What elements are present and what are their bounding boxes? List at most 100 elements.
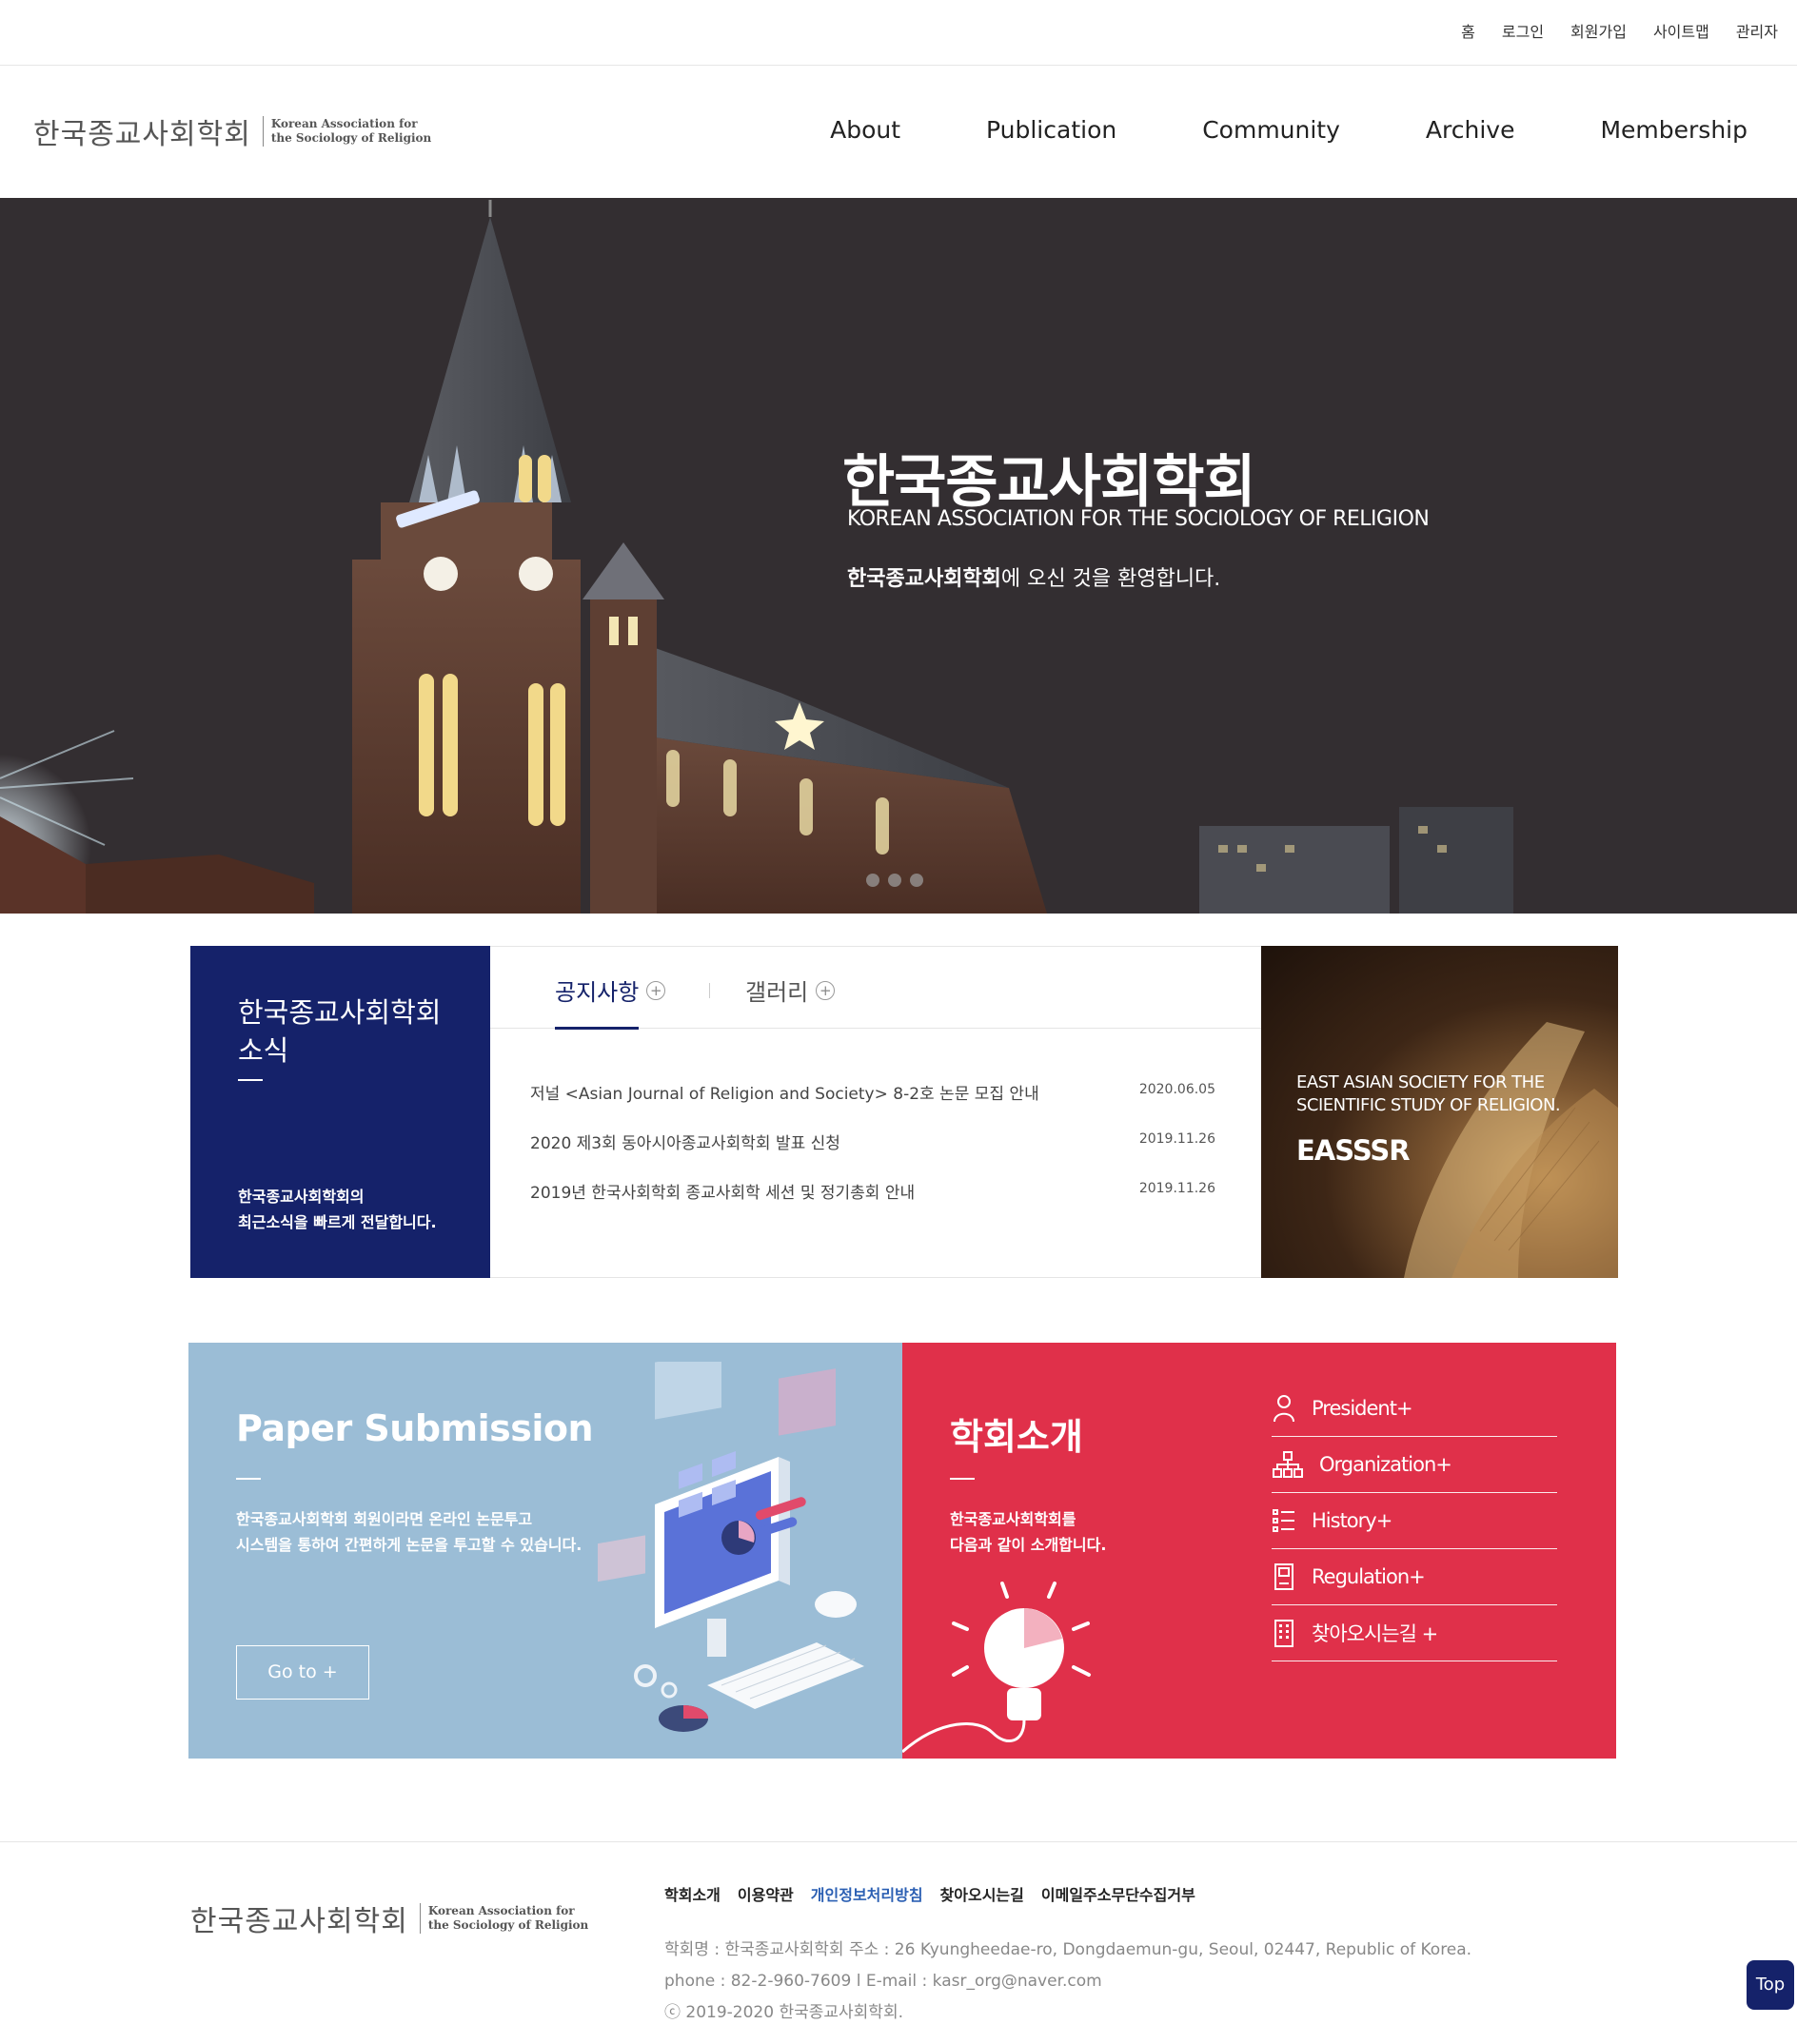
link-directions[interactable]: 찾아오시는길 + bbox=[1272, 1605, 1557, 1661]
person-icon bbox=[1274, 1395, 1294, 1423]
title-underline bbox=[950, 1478, 975, 1480]
home-link[interactable]: 홈 bbox=[1461, 19, 1475, 42]
notice-date: 2019.11.26 bbox=[1138, 1181, 1215, 1196]
hero-title: 한국종교사회학회 bbox=[842, 449, 1256, 516]
title-underline bbox=[236, 1478, 261, 1480]
lightbulb-icon bbox=[902, 1582, 1091, 1754]
list-item[interactable]: 저널 <Asian Journal of Religion and Societ… bbox=[530, 1080, 1215, 1130]
footer-logo-english-line2: the Sociology of Religion bbox=[427, 1918, 589, 1932]
link-organization-label: Organization+ bbox=[1319, 1453, 1452, 1476]
logo-english: Korean Association for the Sociology of … bbox=[271, 117, 431, 146]
footer-info: 학회명 : 한국종교사회학회 주소 : 26 Kyungheedae-ro, D… bbox=[664, 1935, 1471, 2029]
nav-publication[interactable]: Publication bbox=[986, 116, 1116, 144]
plus-circle-icon[interactable]: + bbox=[816, 980, 836, 1000]
hero-welcome-rest: 에 오신 것을 환영합니다. bbox=[1000, 567, 1221, 591]
paper-title: Paper Submission bbox=[236, 1407, 594, 1449]
notice-title[interactable]: 2020 제3회 동아시아종교사회학회 발표 신청 bbox=[530, 1130, 840, 1153]
slider-dot-2[interactable] bbox=[888, 874, 901, 887]
eassr-abbr: EASSSR bbox=[1296, 1134, 1411, 1167]
utility-bar: 홈 로그인 회원가입 사이트맵 관리자 bbox=[0, 0, 1797, 66]
nav-archive[interactable]: Archive bbox=[1426, 116, 1515, 144]
nav-about[interactable]: About bbox=[830, 116, 900, 144]
paper-desc-line2: 시스템을 통하여 간편하게 논문을 투고할 수 있습니다. bbox=[236, 1536, 583, 1554]
news-intro-box: 한국종교사회학회 소식 한국종교사회학회의 최근소식을 빠르게 전달합니다. bbox=[190, 946, 490, 1278]
association-intro-panel: 학회소개 한국종교사회학회를 다음과 같이 소개합니다. President+ bbox=[902, 1343, 1616, 1759]
notice-list: 저널 <Asian Journal of Religion and Societ… bbox=[530, 1080, 1215, 1228]
scroll-top-button[interactable]: Top bbox=[1747, 1960, 1794, 2010]
news-board: 공지사항 + 갤러리 + 저널 <Asian Journal of Religi… bbox=[490, 946, 1261, 1278]
footer-link-terms[interactable]: 이용약관 bbox=[738, 1882, 794, 1905]
footer-nav: 학회소개 이용약관 개인정보처리방침 찾아오시는길 이메일주소무단수집거부 bbox=[664, 1882, 1195, 1905]
list-icon bbox=[1273, 1509, 1294, 1532]
hero-welcome-bold: 한국종교사회학회 bbox=[847, 567, 1001, 591]
logo-english-line1: Korean Association for bbox=[270, 117, 418, 130]
site-header: 한국종교사회학회 Korean Association for the Soci… bbox=[0, 67, 1797, 198]
logo-english-line2: the Sociology of Religion bbox=[270, 131, 432, 145]
admin-link[interactable]: 관리자 bbox=[1736, 19, 1778, 42]
intro-desc-line2: 다음과 같이 소개합니다. bbox=[950, 1536, 1107, 1554]
building-icon bbox=[1274, 1620, 1293, 1647]
paper-desc: 한국종교사회학회 회원이라면 온라인 논문투고 시스템을 통하여 간편하게 논문… bbox=[236, 1506, 582, 1558]
computer-illustration bbox=[598, 1362, 864, 1732]
eassr-line2: SCIENTIFIC STUDY OF RELIGION. bbox=[1296, 1095, 1561, 1115]
link-history-label: History+ bbox=[1312, 1509, 1392, 1532]
notice-date: 2019.11.26 bbox=[1138, 1131, 1215, 1147]
news-tabs: 공지사항 + 갤러리 + bbox=[490, 947, 1261, 1030]
list-item[interactable]: 2019년 한국사회학회 종교사회학 세션 및 정기총회 안내 2019.11.… bbox=[530, 1179, 1215, 1228]
footer-link-privacy[interactable]: 개인정보처리방침 bbox=[811, 1882, 923, 1905]
footer-address: 학회명 : 한국종교사회학회 주소 : 26 Kyungheedae-ro, D… bbox=[664, 1940, 1472, 1959]
footer-logo-korean: 한국종교사회학회 bbox=[190, 1905, 408, 1938]
notice-date: 2020.06.05 bbox=[1138, 1082, 1215, 1097]
link-regulation[interactable]: Regulation+ bbox=[1272, 1549, 1557, 1605]
book-icon bbox=[1274, 1563, 1293, 1590]
link-president-label: President+ bbox=[1312, 1397, 1413, 1420]
link-history[interactable]: History+ bbox=[1272, 1493, 1557, 1549]
plus-circle-icon[interactable]: + bbox=[646, 980, 666, 1000]
paper-submission-panel: Paper Submission 한국종교사회학회 회원이라면 온라인 논문투고… bbox=[188, 1343, 902, 1759]
cathedral-illustration bbox=[0, 198, 1797, 914]
link-president[interactable]: President+ bbox=[1272, 1381, 1557, 1437]
tab-gallery[interactable]: 갤러리 + bbox=[745, 973, 836, 1007]
site-footer: 한국종교사회학회 Korean Association for the Soci… bbox=[0, 1841, 1797, 2044]
news-box-desc-line1: 한국종교사회학회의 bbox=[238, 1188, 365, 1206]
eassr-fullname: EAST ASIAN SOCIETY FOR THE SCIENTIFIC ST… bbox=[1296, 1071, 1561, 1117]
intro-title: 학회소개 bbox=[950, 1416, 1083, 1458]
footer-link-email-policy[interactable]: 이메일주소무단수집거부 bbox=[1041, 1882, 1195, 1905]
notice-title[interactable]: 저널 <Asian Journal of Religion and Societ… bbox=[530, 1080, 1039, 1104]
tab-gallery-label: 갤러리 bbox=[745, 979, 809, 1006]
tab-notice[interactable]: 공지사항 + bbox=[555, 973, 666, 1030]
eassr-line1: EAST ASIAN SOCIETY FOR THE bbox=[1296, 1072, 1545, 1092]
footer-logo-english-line1: Korean Association for bbox=[427, 1904, 575, 1917]
news-box-desc: 한국종교사회학회의 최근소식을 빠르게 전달합니다. bbox=[238, 1184, 437, 1235]
go-to-button[interactable]: Go to + bbox=[236, 1645, 369, 1700]
news-box-desc-line2: 최근소식을 빠르게 전달합니다. bbox=[238, 1213, 437, 1231]
slider-dot-3[interactable] bbox=[910, 874, 923, 887]
sitemap-link[interactable]: 사이트맵 bbox=[1653, 19, 1709, 42]
logo-korean: 한국종교사회학회 bbox=[33, 118, 251, 151]
link-organization[interactable]: Organization+ bbox=[1272, 1437, 1557, 1493]
title-underline bbox=[238, 1079, 263, 1081]
eassr-banner[interactable]: EAST ASIAN SOCIETY FOR THE SCIENTIFIC ST… bbox=[1261, 946, 1618, 1278]
list-item[interactable]: 2020 제3회 동아시아종교사회학회 발표 신청 2019.11.26 bbox=[530, 1130, 1215, 1179]
footer-link-about[interactable]: 학회소개 bbox=[664, 1882, 721, 1905]
footer-logo[interactable]: 한국종교사회학회 Korean Association for the Soci… bbox=[190, 1897, 588, 1939]
hero-subtitle: KOREAN ASSOCIATION FOR THE SOCIOLOGY OF … bbox=[847, 507, 1430, 531]
login-link[interactable]: 로그인 bbox=[1502, 19, 1544, 42]
main-nav: About Publication Community Archive Memb… bbox=[830, 116, 1748, 144]
notice-title[interactable]: 2019년 한국사회학회 종교사회학 세션 및 정기총회 안내 bbox=[530, 1179, 915, 1203]
footer-copyright: ⓒ 2019-2020 한국종교사회학회. bbox=[664, 2003, 903, 2022]
nav-community[interactable]: Community bbox=[1202, 116, 1340, 144]
org-chart-icon bbox=[1273, 1451, 1303, 1478]
intro-desc: 한국종교사회학회를 다음과 같이 소개합니다. bbox=[950, 1506, 1106, 1558]
slider-dot-1[interactable] bbox=[866, 874, 879, 887]
slider-dots bbox=[866, 874, 923, 887]
nav-membership[interactable]: Membership bbox=[1600, 116, 1748, 144]
intro-link-list: President+ Organization+ History+ Regula… bbox=[1272, 1381, 1557, 1661]
hero-welcome: 한국종교사회학회에 오신 것을 환영합니다. bbox=[847, 561, 1220, 592]
site-logo[interactable]: 한국종교사회학회 Korean Association for the Soci… bbox=[33, 110, 431, 152]
tab-notice-label: 공지사항 bbox=[555, 979, 640, 1006]
footer-link-directions[interactable]: 찾아오시는길 bbox=[940, 1882, 1024, 1905]
logo-divider bbox=[262, 116, 264, 147]
signup-link[interactable]: 회원가입 bbox=[1570, 19, 1627, 42]
footer-logo-english: Korean Association for the Sociology of … bbox=[428, 1904, 588, 1933]
